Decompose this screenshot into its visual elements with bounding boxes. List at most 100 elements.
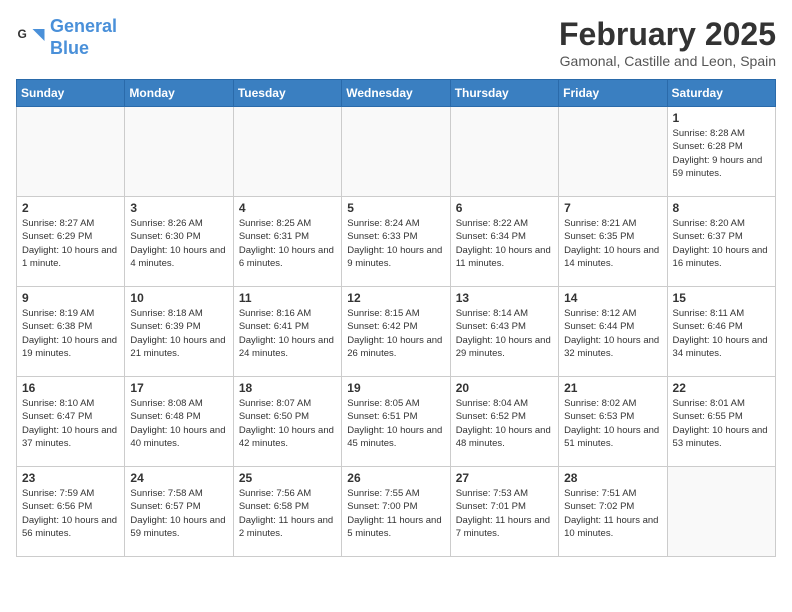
calendar-week-row: 16Sunrise: 8:10 AM Sunset: 6:47 PM Dayli… [17, 377, 776, 467]
day-number: 18 [239, 381, 336, 395]
weekday-header-sunday: Sunday [17, 80, 125, 107]
page-header: G General Blue February 2025 Gamonal, Ca… [16, 16, 776, 69]
calendar-cell: 16Sunrise: 8:10 AM Sunset: 6:47 PM Dayli… [17, 377, 125, 467]
calendar-cell: 8 Sunrise: 8:20 AM Sunset: 6:37 PM Daylig… [667, 197, 775, 287]
day-info: Sunrise: 8:01 AM Sunset: 6:55 PM Dayligh… [673, 397, 770, 450]
day-info: Sunrise: 8:28 AM Sunset: 6:28 PM Dayligh… [673, 127, 770, 180]
location-title: Gamonal, Castille and Leon, Spain [559, 53, 776, 69]
day-info: Sunrise: 8:20 AM Sunset: 6:37 PM Dayligh… [673, 217, 770, 270]
calendar-cell [233, 107, 341, 197]
calendar-cell: 21 Sunrise: 8:02 AM Sunset: 6:53 PM Dayli… [559, 377, 667, 467]
day-number: 21 [564, 381, 661, 395]
day-number: 3 [130, 201, 227, 215]
calendar-week-row: 1 Sunrise: 8:28 AM Sunset: 6:28 PM Daylig… [17, 107, 776, 197]
calendar-cell: 7Sunrise: 8:21 AM Sunset: 6:35 PM Daylig… [559, 197, 667, 287]
logo-text: General Blue [50, 16, 117, 59]
day-number: 14 [564, 291, 661, 305]
calendar-cell: 3 Sunrise: 8:26 AM Sunset: 6:30 PM Daylig… [125, 197, 233, 287]
calendar-cell: 2 Sunrise: 8:27 AM Sunset: 6:29 PM Daylig… [17, 197, 125, 287]
calendar-cell: 9 Sunrise: 8:19 AM Sunset: 6:38 PM Daylig… [17, 287, 125, 377]
calendar-cell [342, 107, 450, 197]
calendar-cell [559, 107, 667, 197]
calendar-cell: 11Sunrise: 8:16 AM Sunset: 6:41 PM Dayli… [233, 287, 341, 377]
day-info: Sunrise: 8:19 AM Sunset: 6:38 PM Dayligh… [22, 307, 119, 360]
day-number: 8 [673, 201, 770, 215]
day-number: 19 [347, 381, 444, 395]
calendar-cell: 1 Sunrise: 8:28 AM Sunset: 6:28 PM Daylig… [667, 107, 775, 197]
day-info: Sunrise: 7:53 AM Sunset: 7:01 PM Dayligh… [456, 487, 553, 540]
day-number: 27 [456, 471, 553, 485]
calendar-week-row: 23 Sunrise: 7:59 AM Sunset: 6:56 PM Dayli… [17, 467, 776, 557]
calendar-cell: 13 Sunrise: 8:14 AM Sunset: 6:43 PM Dayli… [450, 287, 558, 377]
day-number: 25 [239, 471, 336, 485]
calendar-cell: 25 Sunrise: 7:56 AM Sunset: 6:58 PM Dayli… [233, 467, 341, 557]
day-info: Sunrise: 8:14 AM Sunset: 6:43 PM Dayligh… [456, 307, 553, 360]
day-number: 24 [130, 471, 227, 485]
day-info: Sunrise: 8:08 AM Sunset: 6:48 PM Dayligh… [130, 397, 227, 450]
weekday-header-monday: Monday [125, 80, 233, 107]
calendar-cell: 22 Sunrise: 8:01 AM Sunset: 6:55 PM Dayli… [667, 377, 775, 467]
svg-text:G: G [18, 27, 27, 41]
calendar-cell: 20Sunrise: 8:04 AM Sunset: 6:52 PM Dayli… [450, 377, 558, 467]
day-number: 9 [22, 291, 119, 305]
day-info: Sunrise: 8:27 AM Sunset: 6:29 PM Dayligh… [22, 217, 119, 270]
calendar-cell: 17 Sunrise: 8:08 AM Sunset: 6:48 PM Dayli… [125, 377, 233, 467]
day-number: 23 [22, 471, 119, 485]
title-block: February 2025 Gamonal, Castille and Leon… [559, 16, 776, 69]
calendar-cell: 6 Sunrise: 8:22 AM Sunset: 6:34 PM Daylig… [450, 197, 558, 287]
day-number: 6 [456, 201, 553, 215]
day-number: 22 [673, 381, 770, 395]
calendar-cell: 23 Sunrise: 7:59 AM Sunset: 6:56 PM Dayli… [17, 467, 125, 557]
day-number: 5 [347, 201, 444, 215]
day-info: Sunrise: 8:04 AM Sunset: 6:52 PM Dayligh… [456, 397, 553, 450]
day-info: Sunrise: 8:26 AM Sunset: 6:30 PM Dayligh… [130, 217, 227, 270]
weekday-header-row: SundayMondayTuesdayWednesdayThursdayFrid… [17, 80, 776, 107]
day-number: 13 [456, 291, 553, 305]
calendar-cell: 28 Sunrise: 7:51 AM Sunset: 7:02 PM Dayli… [559, 467, 667, 557]
calendar-cell: 12 Sunrise: 8:15 AM Sunset: 6:42 PM Dayli… [342, 287, 450, 377]
weekday-header-friday: Friday [559, 80, 667, 107]
day-info: Sunrise: 7:56 AM Sunset: 6:58 PM Dayligh… [239, 487, 336, 540]
calendar-cell [667, 467, 775, 557]
day-info: Sunrise: 7:55 AM Sunset: 7:00 PM Dayligh… [347, 487, 444, 540]
day-info: Sunrise: 8:18 AM Sunset: 6:39 PM Dayligh… [130, 307, 227, 360]
day-info: Sunrise: 8:05 AM Sunset: 6:51 PM Dayligh… [347, 397, 444, 450]
calendar-cell: 10Sunrise: 8:18 AM Sunset: 6:39 PM Dayli… [125, 287, 233, 377]
day-number: 12 [347, 291, 444, 305]
day-info: Sunrise: 8:12 AM Sunset: 6:44 PM Dayligh… [564, 307, 661, 360]
calendar-cell [125, 107, 233, 197]
logo: G General Blue [16, 16, 117, 59]
day-info: Sunrise: 7:51 AM Sunset: 7:02 PM Dayligh… [564, 487, 661, 540]
day-number: 15 [673, 291, 770, 305]
day-info: Sunrise: 8:15 AM Sunset: 6:42 PM Dayligh… [347, 307, 444, 360]
day-number: 7 [564, 201, 661, 215]
day-number: 28 [564, 471, 661, 485]
day-info: Sunrise: 8:22 AM Sunset: 6:34 PM Dayligh… [456, 217, 553, 270]
day-number: 17 [130, 381, 227, 395]
calendar-cell [17, 107, 125, 197]
calendar-cell [450, 107, 558, 197]
calendar-week-row: 9 Sunrise: 8:19 AM Sunset: 6:38 PM Daylig… [17, 287, 776, 377]
day-info: Sunrise: 8:02 AM Sunset: 6:53 PM Dayligh… [564, 397, 661, 450]
logo-icon: G [16, 23, 46, 53]
calendar-cell: 4 Sunrise: 8:25 AM Sunset: 6:31 PM Daylig… [233, 197, 341, 287]
calendar-body: 1 Sunrise: 8:28 AM Sunset: 6:28 PM Daylig… [17, 107, 776, 557]
day-number: 1 [673, 111, 770, 125]
day-info: Sunrise: 8:24 AM Sunset: 6:33 PM Dayligh… [347, 217, 444, 270]
weekday-header-thursday: Thursday [450, 80, 558, 107]
weekday-header-saturday: Saturday [667, 80, 775, 107]
calendar-cell: 26 Sunrise: 7:55 AM Sunset: 7:00 PM Dayli… [342, 467, 450, 557]
calendar-header: SundayMondayTuesdayWednesdayThursdayFrid… [17, 80, 776, 107]
day-info: Sunrise: 7:58 AM Sunset: 6:57 PM Dayligh… [130, 487, 227, 540]
day-number: 2 [22, 201, 119, 215]
day-number: 4 [239, 201, 336, 215]
day-info: Sunrise: 8:10 AM Sunset: 6:47 PM Dayligh… [22, 397, 119, 450]
day-number: 26 [347, 471, 444, 485]
calendar-cell: 19 Sunrise: 8:05 AM Sunset: 6:51 PM Dayli… [342, 377, 450, 467]
calendar-week-row: 2 Sunrise: 8:27 AM Sunset: 6:29 PM Daylig… [17, 197, 776, 287]
day-info: Sunrise: 8:25 AM Sunset: 6:31 PM Dayligh… [239, 217, 336, 270]
day-info: Sunrise: 7:59 AM Sunset: 6:56 PM Dayligh… [22, 487, 119, 540]
day-info: Sunrise: 8:07 AM Sunset: 6:50 PM Dayligh… [239, 397, 336, 450]
calendar-cell: 18 Sunrise: 8:07 AM Sunset: 6:50 PM Dayli… [233, 377, 341, 467]
weekday-header-tuesday: Tuesday [233, 80, 341, 107]
